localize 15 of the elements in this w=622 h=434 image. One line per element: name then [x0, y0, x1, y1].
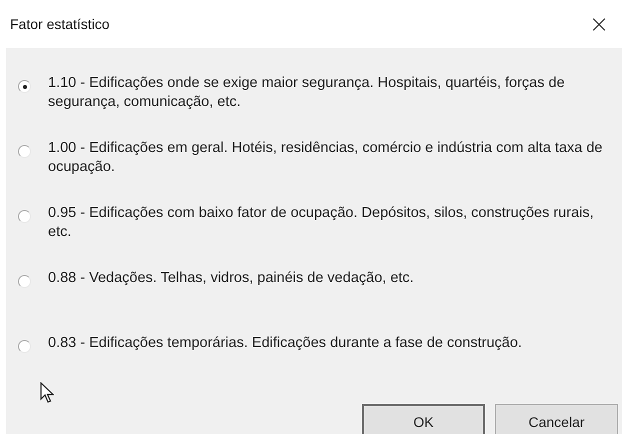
- dialog-button[interactable]: OK: [362, 404, 485, 434]
- radio-button[interactable]: [18, 340, 31, 353]
- option-label[interactable]: 1.10 - Edificações onde se exige maior segurança. Hospitais, quartéis, forças de segurança, comunicação, etc.: [48, 74, 614, 112]
- radio-button[interactable]: [18, 275, 31, 288]
- dialog-button[interactable]: Cancelar: [495, 404, 618, 434]
- close-button[interactable]: ×: [576, 4, 622, 44]
- option-label[interactable]: 0.95 - Edificações com baixo fator de ocupação. Depósitos, silos, construções rurais, etc.: [48, 204, 614, 242]
- option-label[interactable]: 0.88 - Vedações. Telhas, vidros, painéis de vedação, etc.: [48, 269, 614, 288]
- option-label[interactable]: 0.83 - Edificações temporárias. Edificações durante a fase de construção.: [48, 334, 614, 353]
- window-title: Fator estatístico: [10, 16, 110, 32]
- radio-button[interactable]: [18, 210, 31, 223]
- radio-button[interactable]: [18, 80, 31, 93]
- radio-button[interactable]: [18, 145, 31, 158]
- option-label[interactable]: 1.00 - Edificações em geral. Hotéis, residências, comércio e indústria com alta taxa de ocupação.: [48, 139, 614, 177]
- mouse-pointer-icon: [40, 382, 54, 404]
